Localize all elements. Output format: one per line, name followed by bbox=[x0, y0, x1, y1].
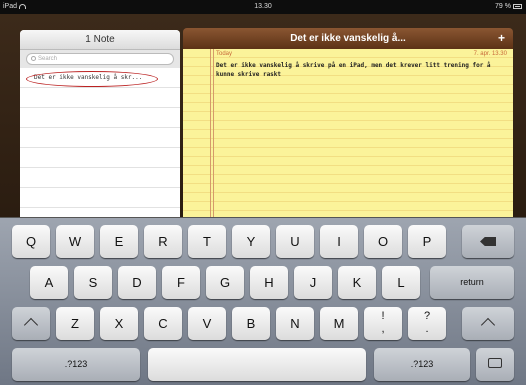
empty-row bbox=[20, 148, 180, 168]
key-k[interactable]: K bbox=[338, 266, 376, 299]
numbers-key-left[interactable]: .?123 bbox=[12, 348, 140, 381]
return-key[interactable]: return bbox=[430, 266, 514, 299]
key-o[interactable]: O bbox=[364, 225, 402, 258]
key-v[interactable]: V bbox=[188, 307, 226, 340]
on-screen-keyboard: Q W E R T Y U I O P A S D F G H J K L re… bbox=[0, 217, 526, 385]
key-b[interactable]: B bbox=[232, 307, 270, 340]
notes-list-title: 1 Note bbox=[20, 30, 180, 50]
key-question-period[interactable]: ? . bbox=[408, 307, 446, 340]
shift-icon bbox=[480, 317, 496, 333]
key-u[interactable]: U bbox=[276, 225, 314, 258]
key-p[interactable]: P bbox=[408, 225, 446, 258]
note-editor: Det er ikke vanskelig å... + Today 7. ap… bbox=[183, 28, 513, 221]
ipad-screen: iPad 13.30 79 % 1 Note Search Det er ikk… bbox=[0, 0, 526, 385]
key-exclam-comma[interactable]: ! , bbox=[364, 307, 402, 340]
empty-row bbox=[20, 188, 180, 208]
note-paper[interactable]: Today 7. apr. 13.30 Det er ikke vanskeli… bbox=[183, 49, 513, 221]
note-day: Today bbox=[216, 51, 233, 57]
key-r[interactable]: R bbox=[144, 225, 182, 258]
key-l[interactable]: L bbox=[382, 266, 420, 299]
search-input[interactable]: Search bbox=[26, 53, 174, 65]
key-f[interactable]: F bbox=[162, 266, 200, 299]
key-t[interactable]: T bbox=[188, 225, 226, 258]
key-n[interactable]: N bbox=[276, 307, 314, 340]
clock: 13.30 bbox=[254, 3, 272, 10]
note-body[interactable]: Det er ikke vanskelig å skrive på en iPa… bbox=[216, 61, 506, 79]
note-header: Det er ikke vanskelig å... + bbox=[183, 28, 513, 49]
keyboard-icon bbox=[488, 358, 502, 368]
key-y[interactable]: Y bbox=[232, 225, 270, 258]
empty-row bbox=[20, 108, 180, 128]
empty-row bbox=[20, 128, 180, 148]
empty-row bbox=[20, 88, 180, 108]
note-title: Det er ikke vanskelig å... bbox=[290, 33, 406, 44]
key-w[interactable]: W bbox=[56, 225, 94, 258]
key-d[interactable]: D bbox=[118, 266, 156, 299]
key-j[interactable]: J bbox=[294, 266, 332, 299]
battery-status: 79 % bbox=[495, 3, 522, 10]
shift-icon bbox=[23, 317, 39, 333]
hide-keyboard-key[interactable] bbox=[476, 348, 514, 381]
shift-key-left[interactable] bbox=[12, 307, 50, 340]
add-note-button[interactable]: + bbox=[498, 28, 505, 49]
search-bar: Search bbox=[20, 50, 180, 68]
search-icon bbox=[31, 55, 36, 61]
list-item[interactable]: Det er ikke vanskelig å skr... bbox=[20, 68, 180, 88]
backspace-icon bbox=[480, 237, 496, 246]
key-x[interactable]: X bbox=[100, 307, 138, 340]
backspace-key[interactable] bbox=[462, 225, 514, 258]
numbers-key-right[interactable]: .?123 bbox=[374, 348, 470, 381]
key-s[interactable]: S bbox=[74, 266, 112, 299]
key-m[interactable]: M bbox=[320, 307, 358, 340]
empty-row bbox=[20, 168, 180, 188]
notes-list-panel: 1 Note Search Det er ikke vanskelig å sk… bbox=[20, 30, 180, 220]
key-h[interactable]: H bbox=[250, 266, 288, 299]
key-i[interactable]: I bbox=[320, 225, 358, 258]
key-q[interactable]: Q bbox=[12, 225, 50, 258]
key-z[interactable]: Z bbox=[56, 307, 94, 340]
space-bar[interactable] bbox=[148, 348, 366, 381]
key-a[interactable]: A bbox=[30, 266, 68, 299]
key-e[interactable]: E bbox=[100, 225, 138, 258]
battery-icon bbox=[513, 3, 522, 9]
status-bar: iPad 13.30 79 % bbox=[0, 0, 526, 14]
note-date: 7. apr. 13.30 bbox=[473, 51, 507, 57]
key-c[interactable]: C bbox=[144, 307, 182, 340]
shift-key-right[interactable] bbox=[462, 307, 514, 340]
key-g[interactable]: G bbox=[206, 266, 244, 299]
